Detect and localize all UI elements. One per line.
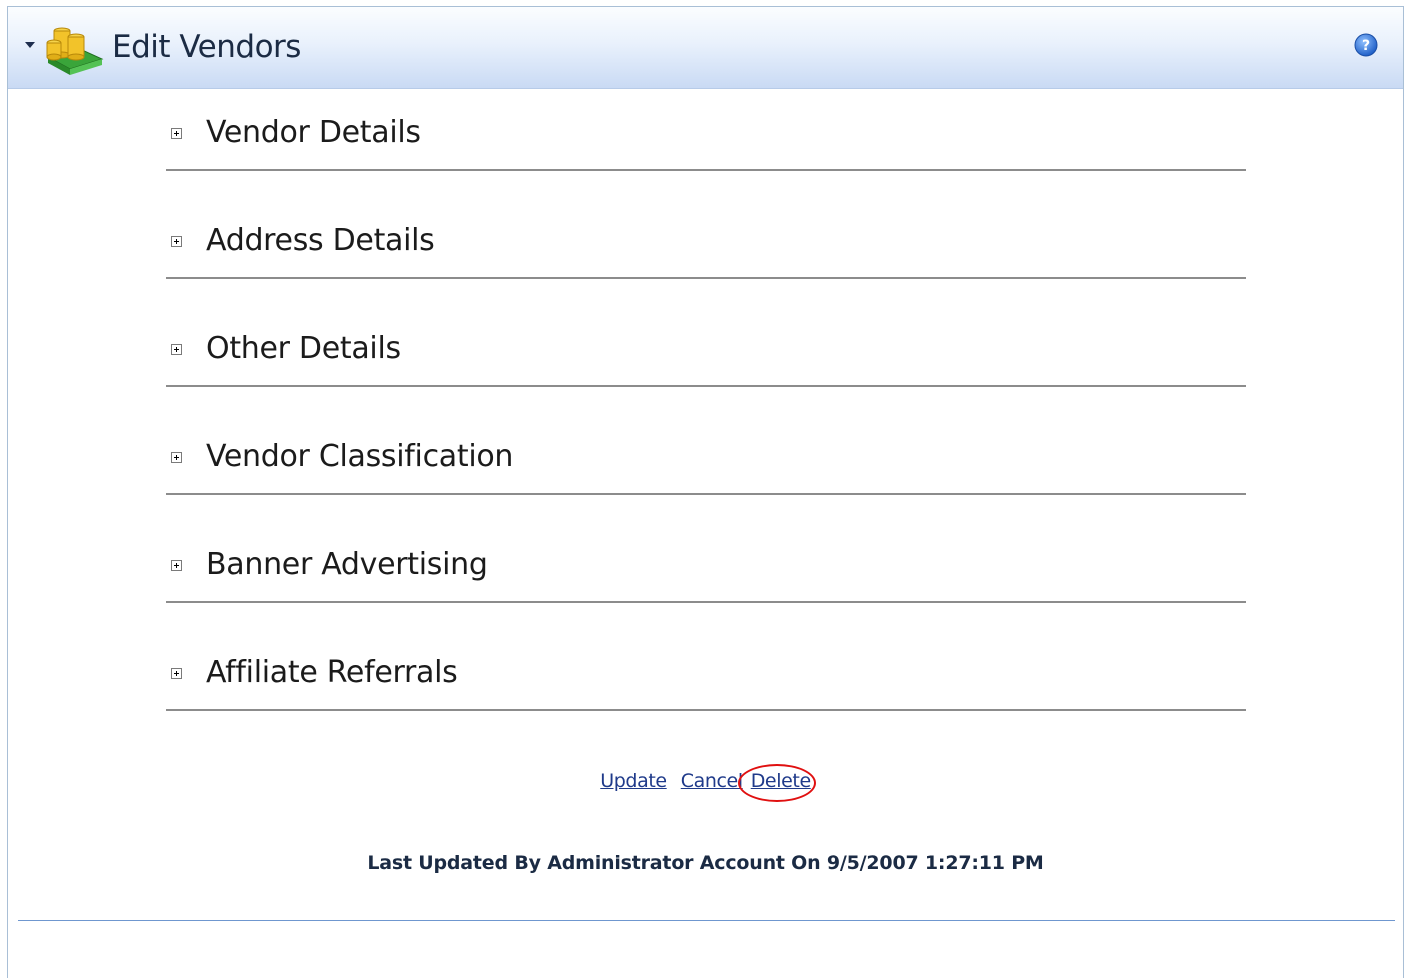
section-title[interactable]: Other Details [206,331,401,366]
update-link[interactable]: Update [600,770,667,792]
cancel-link[interactable]: Cancel [681,770,743,792]
expand-icon[interactable] [171,344,182,355]
expand-icon[interactable] [171,128,182,139]
edit-vendors-panel: Edit Vendors ? Vendor Details Address De… [7,6,1404,978]
expand-icon[interactable] [171,560,182,571]
section-title[interactable]: Vendor Details [206,115,421,150]
panel-header: Edit Vendors ? [8,7,1403,89]
expand-icon[interactable] [171,668,182,679]
vendor-coins-icon [46,27,104,75]
action-links: Update Cancel Delete [8,764,1403,802]
section-address-details: Address Details [166,197,1246,305]
section-banner-advertising: Banner Advertising [166,521,1246,629]
vendor-sections: Vendor Details Address Details Other Det… [166,89,1246,737]
delete-wrap: Delete [737,764,816,802]
section-affiliate-referrals: Affiliate Referrals [166,629,1246,737]
svg-text:?: ? [1362,38,1370,54]
last-updated-status: Last Updated By Administrator Account On… [367,852,1044,874]
section-title[interactable]: Vendor Classification [206,439,513,474]
section-title[interactable]: Affiliate Referrals [206,655,458,690]
section-vendor-classification: Vendor Classification [166,413,1246,521]
section-title[interactable]: Banner Advertising [206,547,488,582]
expand-icon[interactable] [171,452,182,463]
section-title[interactable]: Address Details [206,223,435,258]
section-vendor-details: Vendor Details [166,89,1246,197]
collapse-arrow-icon[interactable] [25,42,35,48]
help-icon[interactable]: ? [1353,32,1379,58]
page-title: Edit Vendors [112,29,301,65]
expand-icon[interactable] [171,236,182,247]
delete-link[interactable]: Delete [751,770,811,792]
footer-divider [18,920,1395,921]
section-other-details: Other Details [166,305,1246,413]
